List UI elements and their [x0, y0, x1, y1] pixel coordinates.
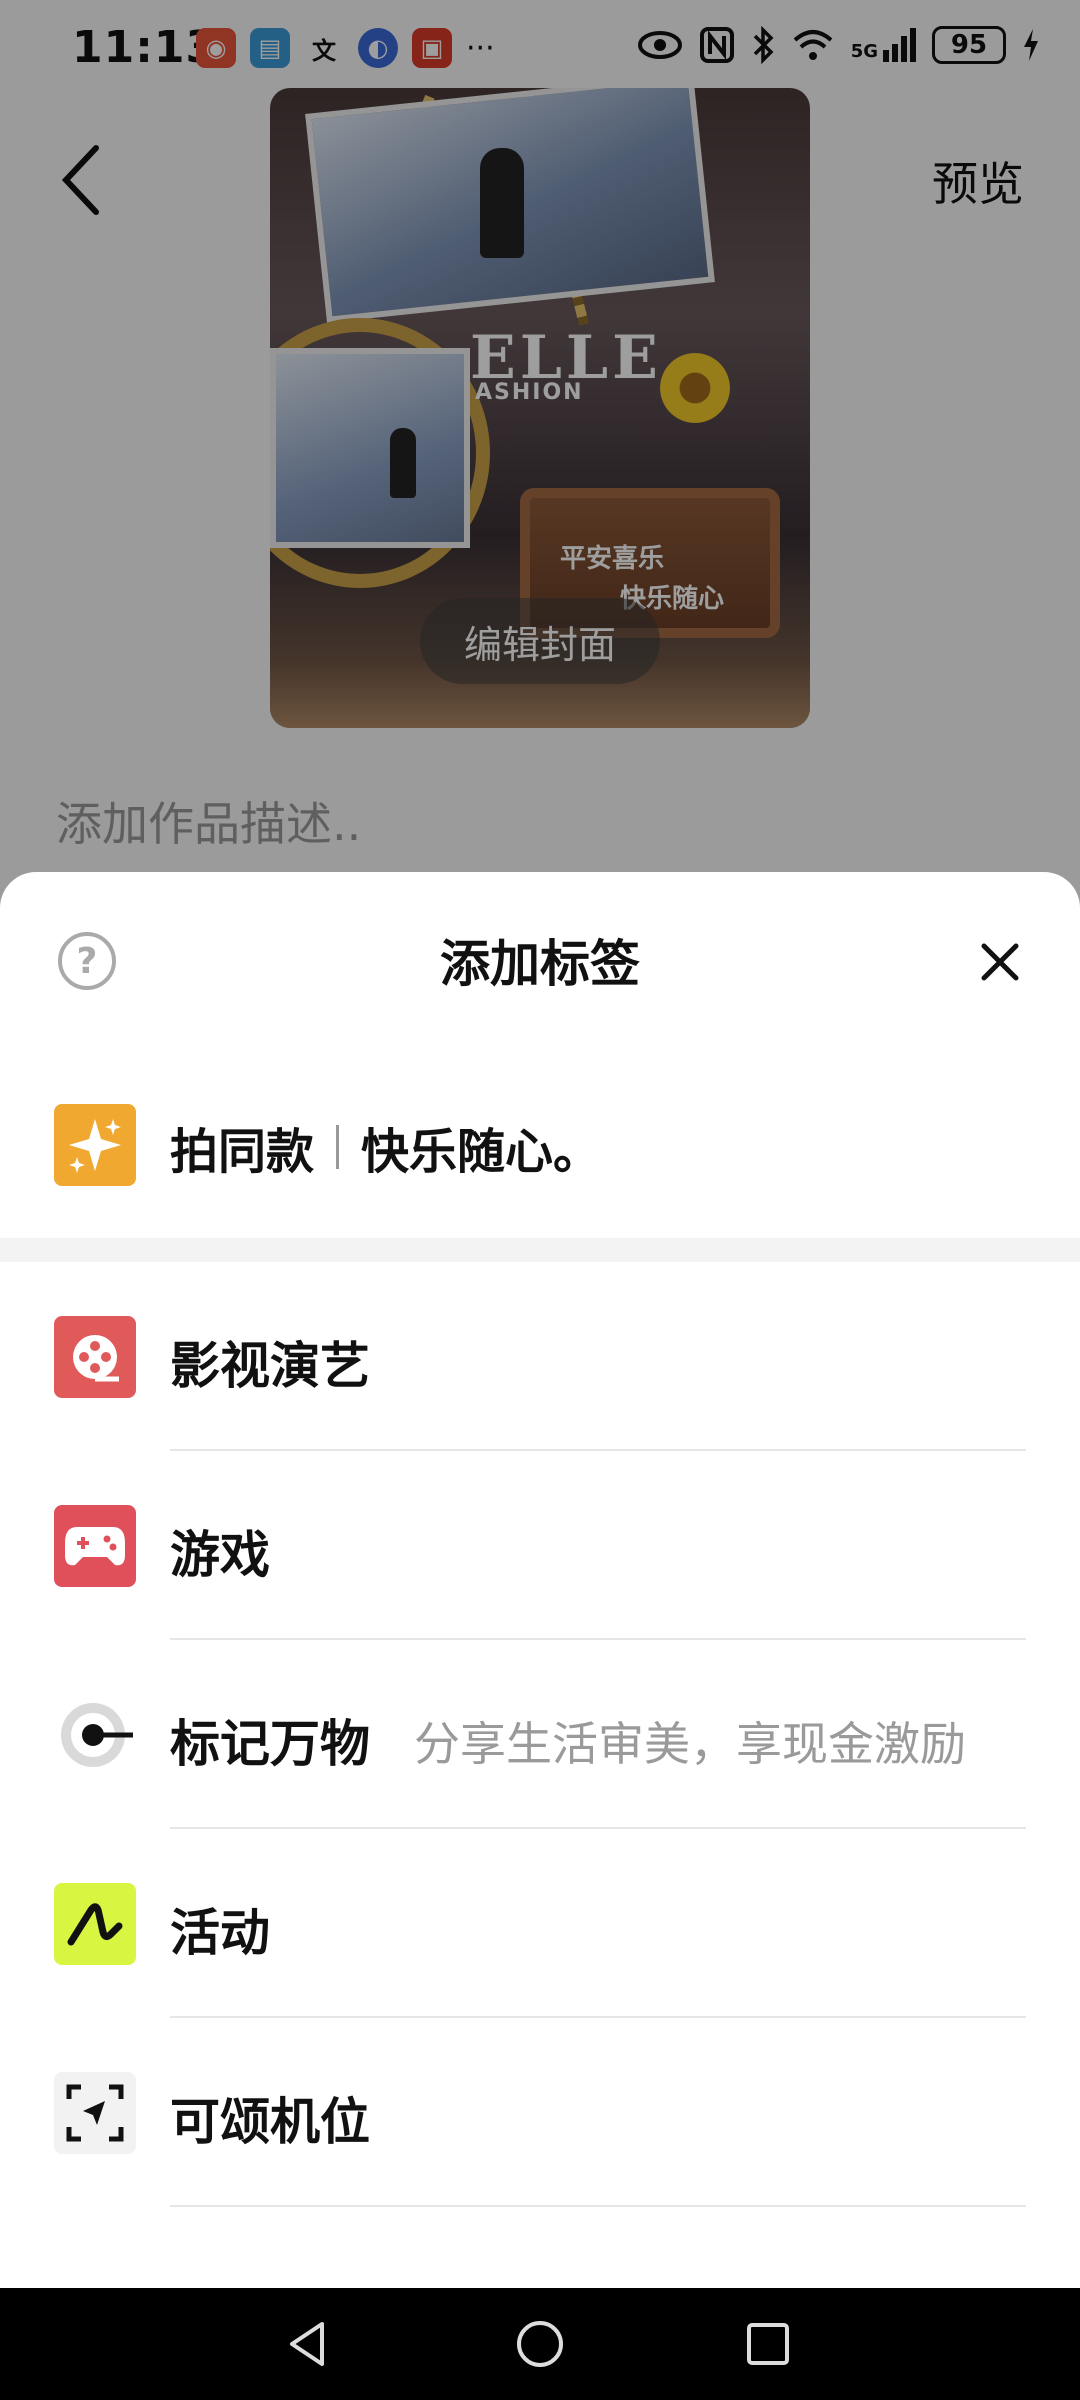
same-style-song: 快乐随心。	[361, 1124, 602, 1180]
tag-item-subtitle: 分享生活审美，享现金激励	[414, 1717, 966, 1771]
separator	[336, 1125, 340, 1169]
activity-icon	[54, 1883, 136, 1965]
same-style-item[interactable]: 拍同款 快乐随心。	[0, 1048, 1080, 1238]
mark-pin-icon	[54, 1694, 136, 1776]
add-tag-sheet: ? 添加标签 拍同款 快乐随心。 影视演艺 游戏 标记万物 分享生活审美，享现金…	[0, 872, 1080, 2288]
tag-item-activity[interactable]: 活动	[0, 1829, 1080, 2018]
tag-item-camera-position[interactable]: 可颂机位	[0, 2018, 1080, 2207]
tag-item-label: 标记万物	[170, 1715, 370, 1773]
row-divider	[170, 2205, 1026, 2207]
tag-category-list: 影视演艺 游戏 标记万物 分享生活审美，享现金激励 活动 可颂机位	[0, 1262, 1080, 2207]
system-nav-bar	[0, 2288, 1080, 2400]
film-reel-icon	[54, 1316, 136, 1398]
tag-item-game[interactable]: 游戏	[0, 1451, 1080, 1640]
close-icon[interactable]	[972, 934, 1028, 990]
sheet-title: 添加标签	[440, 935, 640, 993]
camera-position-icon	[54, 2072, 136, 2154]
nav-back-icon[interactable]	[278, 2314, 338, 2374]
tag-item-label: 影视演艺	[170, 1337, 370, 1395]
tag-item-label: 活动	[170, 1904, 270, 1962]
tag-item-label: 游戏	[170, 1526, 270, 1584]
gamepad-icon	[54, 1505, 136, 1587]
section-divider	[0, 1238, 1080, 1262]
sheet-header: ? 添加标签	[0, 872, 1080, 1048]
tag-item-label: 可颂机位	[170, 2093, 370, 2151]
same-style-label: 拍同款	[170, 1124, 315, 1180]
nav-recents-icon[interactable]	[738, 2314, 798, 2374]
nav-home-icon[interactable]	[510, 2314, 570, 2374]
tag-item-mark-everything[interactable]: 标记万物 分享生活审美，享现金激励	[0, 1640, 1080, 1829]
sparkle-icon	[54, 1104, 136, 1186]
tag-item-film[interactable]: 影视演艺	[0, 1262, 1080, 1451]
